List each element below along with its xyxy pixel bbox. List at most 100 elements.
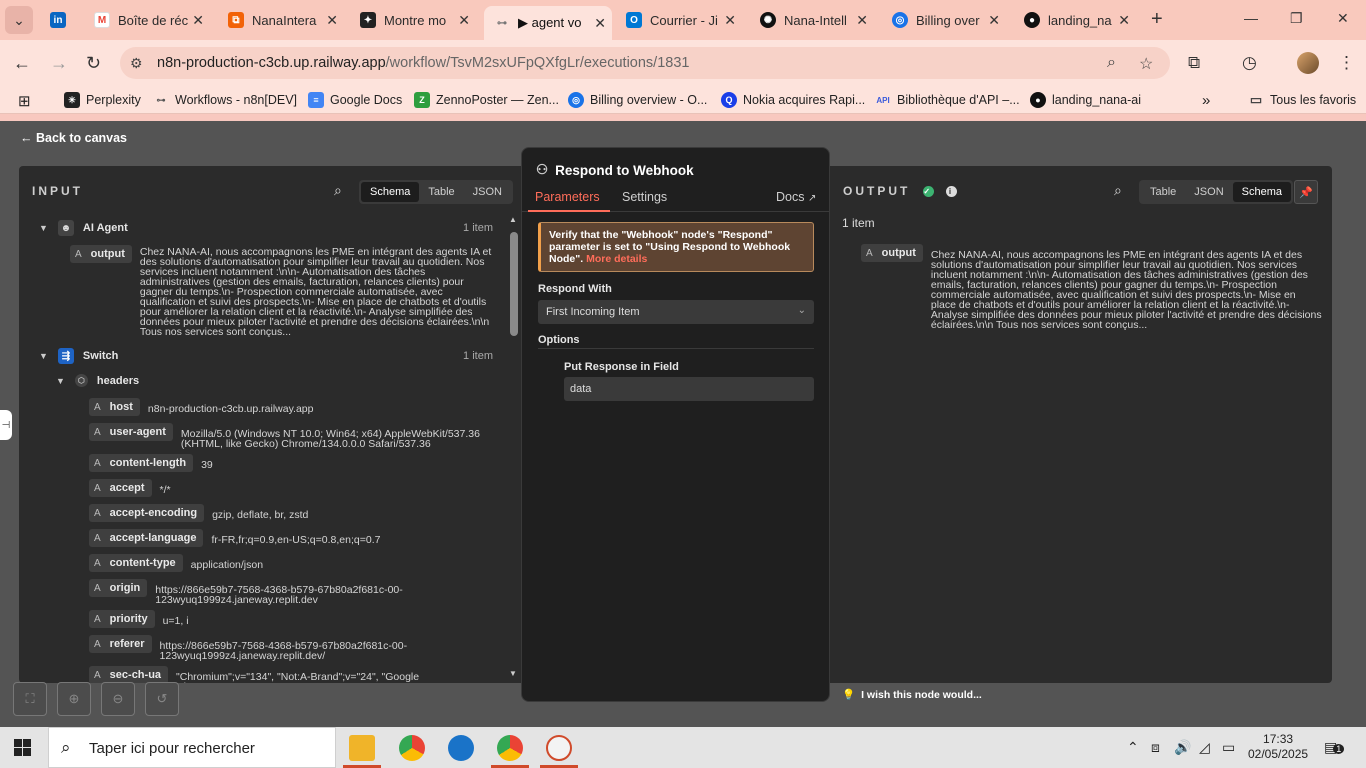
bookmark-landing[interactable]: ● landing_nana-ai — [1030, 92, 1141, 108]
mode-table[interactable]: Table — [1141, 182, 1185, 202]
info-icon[interactable]: i — [946, 186, 958, 198]
search-icon[interactable]: ⌕ — [334, 182, 342, 199]
notification-icon[interactable]: ▤1 — [1324, 739, 1345, 756]
address-bar[interactable]: ⚙ n8n-production-c3cb.up.railway.app/wor… — [120, 47, 1170, 79]
undo-icon[interactable]: ↺ — [145, 682, 179, 716]
back-arrow-icon[interactable]: ← — [13, 53, 31, 74]
chevron-down-icon[interactable]: ▼ — [39, 351, 48, 361]
chrome-profile-icon[interactable] — [497, 735, 523, 761]
bookmark-n8n[interactable]: ⊶ Workflows - n8n[DEV] — [153, 92, 298, 108]
mode-json[interactable]: JSON — [464, 182, 511, 202]
tab-settings[interactable]: Settings — [622, 190, 667, 204]
zennoposter-icon[interactable] — [546, 735, 572, 761]
taskbar-clock[interactable]: 17:33 02/05/2025 — [1248, 732, 1308, 762]
close-tab-icon[interactable]: ✕ — [594, 15, 606, 32]
tab-openai[interactable]: ✺ Nana-Intell ✕ — [760, 6, 868, 34]
avatar[interactable] — [1297, 52, 1319, 74]
options-label: Options — [538, 334, 580, 346]
tab-replit[interactable]: ⧉ NanaIntera ✕ — [228, 6, 338, 34]
taskbar-search[interactable]: ⌕ Taper ici pour rechercher — [48, 727, 336, 768]
close-tab-icon[interactable]: ✕ — [1118, 12, 1130, 29]
input-title: INPUT — [32, 184, 83, 198]
header-field: Aorigin https://866e59b7-7568-4368-b579-… — [89, 579, 415, 605]
file-explorer-icon[interactable] — [349, 735, 375, 761]
chevron-down-icon[interactable]: ▼ — [39, 223, 48, 233]
string-type-icon: A — [94, 457, 101, 469]
bookmark-api[interactable]: API Bibliothèque d'API –... — [875, 92, 1019, 108]
volume-icon[interactable]: 🔊 — [1174, 739, 1191, 756]
all-bookmarks[interactable]: ▭ Tous les favoris — [1248, 92, 1356, 108]
tab-gmail[interactable]: M Boîte de réc ✕ — [94, 6, 204, 34]
mode-schema[interactable]: Schema — [1232, 182, 1291, 202]
field-key[interactable]: Aoutput — [70, 245, 132, 263]
pin-icon[interactable]: 📌 — [1294, 180, 1318, 204]
tab-search-icon[interactable]: ⌄ — [5, 6, 33, 34]
side-panel-handle-icon[interactable]: ⊣ — [0, 410, 12, 440]
close-tab-icon[interactable]: ✕ — [856, 12, 868, 29]
forward-arrow-icon[interactable]: → — [50, 53, 68, 74]
chevron-up-icon[interactable]: ⌃ — [1127, 739, 1139, 756]
fit-view-icon[interactable]: ⛶ — [13, 682, 47, 716]
tab-parameters[interactable]: Parameters — [535, 190, 600, 204]
tab-notion[interactable]: ✦ Montre mo ✕ — [360, 6, 470, 34]
bookmark-star-icon[interactable]: ☆ — [1139, 54, 1153, 74]
mode-table[interactable]: Table — [419, 182, 463, 202]
close-tab-icon[interactable]: ✕ — [724, 12, 736, 29]
zoom-icon[interactable]: ⌕ — [1107, 54, 1116, 72]
battery-icon[interactable]: ▭ — [1222, 739, 1235, 756]
github-icon: ● — [1024, 12, 1040, 28]
bookmark-nokia[interactable]: Q Nokia acquires Rapi... — [721, 92, 865, 108]
scrollbar-thumb[interactable] — [510, 232, 518, 336]
close-tab-icon[interactable]: ✕ — [192, 12, 204, 29]
tab-linkedin[interactable]: in — [50, 6, 80, 34]
back-to-canvas-button[interactable]: ← Back to canvas — [20, 131, 127, 145]
mode-json[interactable]: JSON — [1185, 182, 1232, 202]
history-icon[interactable]: ◷ — [1242, 53, 1257, 73]
zoom-in-icon[interactable]: ⊕ — [57, 682, 91, 716]
ai-agent-node-row[interactable]: ▼ ☻ AI Agent — [39, 220, 128, 236]
wifi-icon[interactable]: ◿ — [1199, 739, 1210, 756]
windows-start-icon[interactable] — [14, 739, 31, 756]
search-icon[interactable]: ⌕ — [1114, 182, 1122, 199]
close-tab-icon[interactable]: ✕ — [326, 12, 338, 29]
feedback-link[interactable]: 💡 I wish this node would... — [842, 688, 982, 701]
put-response-field-input[interactable]: data — [564, 377, 814, 401]
app-icon[interactable] — [448, 735, 474, 761]
zoom-out-icon[interactable]: ⊖ — [101, 682, 135, 716]
mode-schema[interactable]: Schema — [361, 182, 420, 202]
output-panel: OUTPUT ✓ i ⌕ Table JSON Schema 📌 1 item … — [829, 166, 1332, 683]
close-tab-icon[interactable]: ✕ — [988, 12, 1000, 29]
more-details-link[interactable]: More details — [586, 253, 647, 265]
network-icon[interactable]: ⧈ — [1151, 739, 1160, 756]
tab-n8n-active[interactable]: ⊶ ▶ agent vo ✕ — [484, 6, 612, 40]
bookmarks-bar: ⊞ ✳ Perplexity ⊶ Workflows - n8n[DEV] ≡ Goo… — [0, 86, 1366, 114]
minimize-icon[interactable]: — — [1244, 10, 1258, 26]
reload-icon[interactable]: ↻ — [86, 53, 101, 74]
chevron-down-icon[interactable]: ▼ — [56, 376, 65, 386]
apps-grid-icon[interactable]: ⊞ — [18, 92, 31, 110]
scroll-down-icon[interactable]: ▼ — [509, 669, 517, 678]
new-tab-icon[interactable]: + — [1151, 8, 1163, 31]
tab-outlook[interactable]: O Courrier - Ji ✕ — [626, 6, 736, 34]
tab-github[interactable]: ● landing_na ✕ — [1024, 6, 1130, 34]
bookmark-perplexity[interactable]: ✳ Perplexity — [64, 92, 141, 108]
headers-object-row[interactable]: ▼ ⬡ headers — [56, 374, 139, 387]
field-value: Chez NANA-AI, nous accompagnons les PME … — [930, 249, 1322, 331]
bookmark-google-docs[interactable]: ≡ Google Docs — [308, 92, 402, 108]
respond-with-select[interactable]: First Incoming Item ⌄ — [538, 300, 814, 324]
chrome-icon[interactable] — [399, 735, 425, 761]
menu-icon[interactable]: ⋮ — [1338, 53, 1355, 73]
restore-icon[interactable]: ❐ — [1290, 10, 1303, 27]
close-tab-icon[interactable]: ✕ — [458, 12, 470, 29]
extensions-icon[interactable]: ⧉ — [1188, 53, 1200, 73]
site-info-icon[interactable]: ⚙ — [130, 55, 143, 72]
tab-billing[interactable]: ◎ Billing over ✕ — [892, 6, 1000, 34]
more-bookmarks-icon[interactable]: » — [1202, 92, 1210, 109]
webhook-icon: ⚇ — [536, 162, 549, 177]
bookmark-billing[interactable]: ◎ Billing overview - O... — [568, 92, 707, 108]
scroll-up-icon[interactable]: ▲ — [509, 215, 517, 224]
docs-link[interactable]: Docs ↗ — [776, 190, 816, 204]
close-window-icon[interactable]: ✕ — [1337, 10, 1349, 27]
switch-node-row[interactable]: ▼ ⇶ Switch — [39, 348, 118, 364]
bookmark-zennoposter[interactable]: Z ZennoPoster — Zen... — [414, 92, 559, 108]
